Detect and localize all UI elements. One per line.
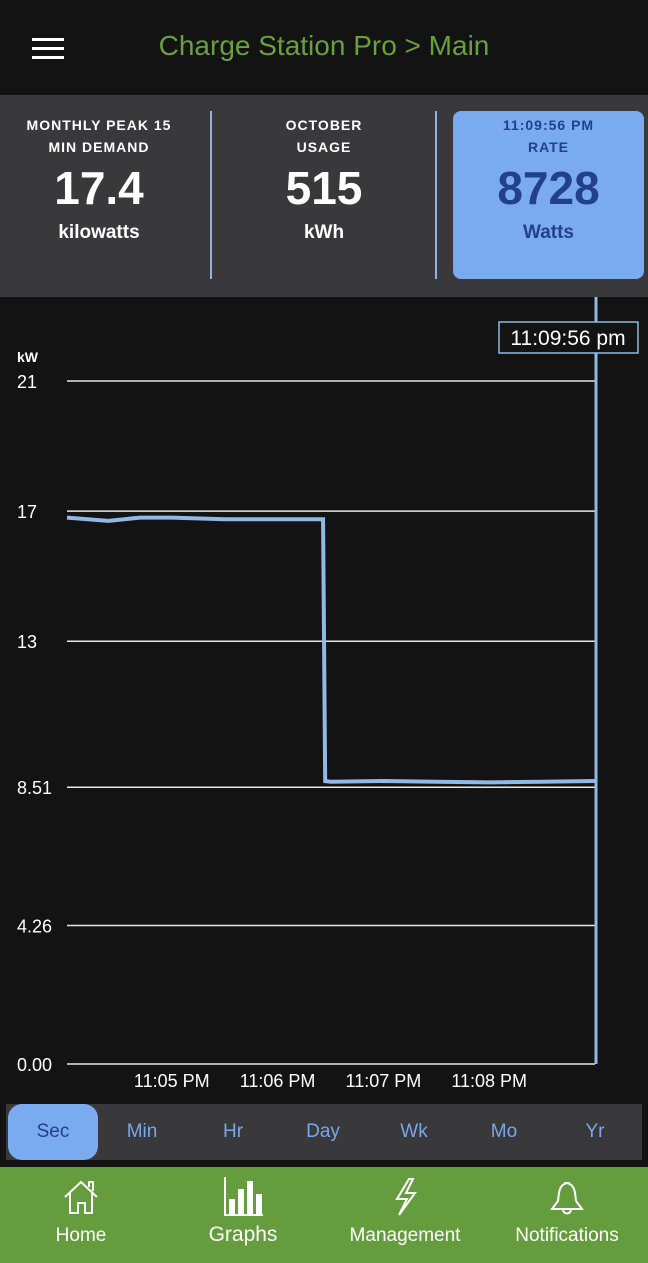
nav-label: Home xyxy=(55,1225,107,1246)
stat-label: MIN DEMAND xyxy=(48,139,150,155)
tab-yr[interactable]: Yr xyxy=(550,1104,640,1160)
x-tick-label: 11:08 PM xyxy=(451,1071,527,1091)
y-tick-label: 8.51 xyxy=(17,778,52,798)
stat-value: 515 xyxy=(285,162,363,214)
divider xyxy=(435,111,437,279)
divider xyxy=(210,111,212,279)
peak-demand-card: MONTHLY PEAK 15 MIN DEMAND 17.4 kilowatt… xyxy=(4,111,194,279)
stat-time: 11:09:56 PM xyxy=(502,117,595,133)
stat-unit: kWh xyxy=(303,222,345,243)
stat-value: 8728 xyxy=(497,162,600,214)
y-tick-label: 4.26 xyxy=(17,916,52,936)
tab-wk[interactable]: Wk xyxy=(369,1104,459,1160)
tab-min[interactable]: Min xyxy=(97,1104,187,1160)
y-tick-label: 21 xyxy=(17,372,37,392)
bell-icon xyxy=(550,1182,584,1215)
y-tick-label: 17 xyxy=(17,502,37,522)
tab-sec[interactable]: Sec xyxy=(8,1104,98,1160)
rate-card: 11:09:56 PM RATE 8728 Watts xyxy=(453,111,644,279)
stat-label: MONTHLY PEAK 15 xyxy=(26,117,172,133)
x-tick-label: 11:05 PM xyxy=(134,1071,210,1091)
nav-label: Notifications xyxy=(515,1225,619,1246)
x-tick-label: 11:06 PM xyxy=(240,1071,316,1091)
nav-management[interactable]: Management xyxy=(324,1167,486,1263)
tab-hr[interactable]: Hr xyxy=(188,1104,278,1160)
y-axis-label: kW xyxy=(17,349,39,365)
bar-chart-icon xyxy=(224,1177,263,1216)
power-chart[interactable]: kW 21 17 13 8.51 4.26 0.00 11:05 PM 11:06 PM 11:0… xyxy=(0,297,648,1102)
stat-label: RATE xyxy=(527,139,570,155)
stat-unit: kilowatts xyxy=(58,222,140,243)
bottom-nav: Home Graphs Management Notifications xyxy=(0,1167,648,1263)
stat-label: OCTOBER xyxy=(285,117,363,133)
x-tick-label: 11:07 PM xyxy=(346,1071,422,1091)
monthly-usage-card: OCTOBER USAGE 515 kWh xyxy=(229,111,419,279)
nav-label: Management xyxy=(349,1225,461,1246)
page-title: Charge Station Pro > Main xyxy=(158,30,490,61)
nav-home[interactable]: Home xyxy=(0,1167,162,1263)
tab-mo[interactable]: Mo xyxy=(459,1104,549,1160)
y-tick-label: 13 xyxy=(17,632,37,652)
nav-label: Graphs xyxy=(208,1223,278,1246)
y-tick-label: 0.00 xyxy=(17,1055,52,1075)
cursor-label: 11:09:56 pm xyxy=(510,327,625,350)
nav-graphs[interactable]: Graphs xyxy=(162,1167,324,1263)
stat-unit: Watts xyxy=(522,222,575,243)
top-bar: Charge Station Pro > Main xyxy=(0,0,648,95)
time-range-tabs: Sec Min Hr Day Wk Mo Yr xyxy=(6,1104,642,1160)
home-icon xyxy=(64,1180,98,1214)
nav-notifications[interactable]: Notifications xyxy=(486,1167,648,1263)
stats-panel: MONTHLY PEAK 15 MIN DEMAND 17.4 kilowatt… xyxy=(0,95,648,297)
stat-label: USAGE xyxy=(296,139,352,155)
stat-value: 17.4 xyxy=(54,162,144,214)
tab-day[interactable]: Day xyxy=(278,1104,368,1160)
series-line xyxy=(66,515,596,785)
lightning-icon xyxy=(395,1178,417,1216)
